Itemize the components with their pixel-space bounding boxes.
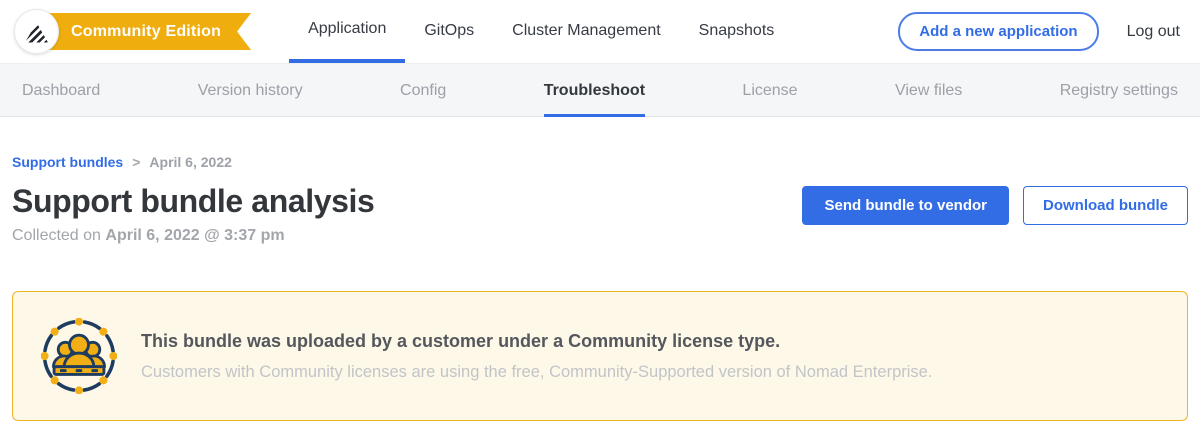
replicated-logo[interactable] <box>14 9 59 54</box>
top-nav: Community Edition Application GitOps Clu… <box>0 0 1200 63</box>
tab-cluster-management[interactable]: Cluster Management <box>493 0 680 63</box>
breadcrumb-support-bundles-link[interactable]: Support bundles <box>12 154 123 170</box>
top-tabs: Application GitOps Cluster Management Sn… <box>289 0 793 63</box>
subnav-item-view-files[interactable]: View files <box>895 64 962 117</box>
page-title-block: Support bundle analysis Collected on Apr… <box>12 183 374 245</box>
brand: Community Edition <box>14 9 251 54</box>
banner-text: This bundle was uploaded by a customer u… <box>141 331 932 382</box>
download-bundle-button[interactable]: Download bundle <box>1023 186 1188 225</box>
collected-date: April 6, 2022 @ 3:37 pm <box>105 227 284 244</box>
subnav-item-dashboard[interactable]: Dashboard <box>22 64 100 117</box>
banner-title: This bundle was uploaded by a customer u… <box>141 331 932 352</box>
community-license-banner: This bundle was uploaded by a customer u… <box>12 291 1188 421</box>
breadcrumb-current: April 6, 2022 <box>149 154 232 170</box>
breadcrumb: Support bundles > April 6, 2022 <box>12 154 1188 170</box>
breadcrumb-separator: > <box>132 154 140 170</box>
top-nav-right: Add a new application Log out <box>898 12 1180 51</box>
community-license-icon <box>41 318 117 394</box>
community-edition-badge: Community Edition <box>39 13 251 50</box>
banner-subtitle: Customers with Community licenses are us… <box>141 363 932 382</box>
logout-link[interactable]: Log out <box>1127 23 1180 41</box>
subnav-item-registry-settings[interactable]: Registry settings <box>1060 64 1178 117</box>
page-title: Support bundle analysis <box>12 183 374 220</box>
tab-application[interactable]: Application <box>289 0 405 63</box>
collected-timestamp: Collected on April 6, 2022 @ 3:37 pm <box>12 227 374 245</box>
subnav-item-license[interactable]: License <box>742 64 797 117</box>
replicated-logo-icon <box>25 23 48 43</box>
subnav-item-troubleshoot[interactable]: Troubleshoot <box>544 64 645 117</box>
subnav-item-version-history[interactable]: Version history <box>198 64 303 117</box>
tab-snapshots[interactable]: Snapshots <box>680 0 794 63</box>
sub-nav: Dashboard Version history Config Trouble… <box>0 63 1200 117</box>
bundle-actions: Send bundle to vendor Download bundle <box>802 186 1188 225</box>
subnav-item-config[interactable]: Config <box>400 64 446 117</box>
add-new-application-button[interactable]: Add a new application <box>898 12 1098 51</box>
tab-gitops[interactable]: GitOps <box>405 0 493 63</box>
main-content: Support bundles > April 6, 2022 Support bu… <box>0 154 1200 421</box>
send-bundle-to-vendor-button[interactable]: Send bundle to vendor <box>802 186 1009 225</box>
page-header: Support bundle analysis Collected on Apr… <box>12 183 1188 245</box>
collected-prefix: Collected on <box>12 227 105 244</box>
